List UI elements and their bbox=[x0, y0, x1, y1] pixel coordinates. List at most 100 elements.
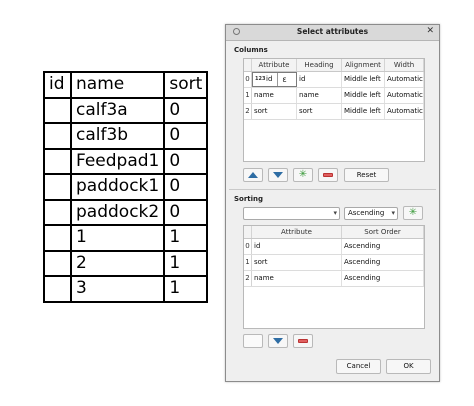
column-header-alignment[interactable]: Alignment bbox=[342, 59, 385, 71]
sort-order-combo[interactable]: Ascending ▾ bbox=[344, 207, 398, 220]
sort-order-cell[interactable]: Ascending bbox=[342, 255, 424, 270]
sort-attribute-combo[interactable]: ▾ bbox=[243, 207, 340, 220]
table-row: Feedpad1 0 bbox=[43, 147, 209, 175]
chevron-down-icon: ▾ bbox=[391, 209, 395, 217]
cancel-button[interactable]: Cancel bbox=[336, 359, 381, 374]
sort-order-cell[interactable]: Ascending bbox=[342, 239, 424, 254]
columns-grid-header: Attribute Heading Alignment Width bbox=[244, 59, 424, 72]
sort-header-order[interactable]: Sort Order bbox=[342, 226, 424, 238]
add-sort-button[interactable]: ✳ bbox=[403, 206, 423, 220]
sort-attribute-cell[interactable]: sort bbox=[252, 255, 342, 270]
cell-sort: 0 bbox=[163, 173, 209, 201]
remove-sort-button[interactable] bbox=[293, 334, 313, 348]
cell-sort: 0 bbox=[163, 198, 209, 226]
cell-sort: 0 bbox=[163, 122, 209, 150]
table-row: paddock1 0 bbox=[43, 173, 209, 201]
expression-button[interactable]: ε bbox=[277, 73, 291, 86]
add-icon: ✳ bbox=[298, 169, 308, 180]
sort-order-cell[interactable]: Ascending bbox=[342, 271, 424, 286]
row-number: 1 bbox=[244, 255, 252, 270]
heading-cell[interactable]: name bbox=[297, 88, 342, 103]
column-header-heading[interactable]: Heading bbox=[297, 59, 342, 71]
cell-sort: 0 bbox=[163, 147, 209, 175]
table-row: calf3b 0 bbox=[43, 122, 209, 150]
move-down-button[interactable] bbox=[268, 168, 288, 182]
sort-attribute-cell[interactable]: name bbox=[252, 271, 342, 286]
cell-name: Feedpad1 bbox=[69, 147, 166, 175]
remove-column-button[interactable] bbox=[318, 168, 338, 182]
sorting-grid-header: Attribute Sort Order bbox=[244, 226, 424, 239]
cell-name: 3 bbox=[69, 275, 166, 303]
sorting-row[interactable]: 0 id Ascending bbox=[244, 239, 424, 255]
dialog-titlebar[interactable]: Select attributes ✕ bbox=[226, 25, 439, 41]
down-icon bbox=[273, 338, 283, 344]
cell-name: 1 bbox=[69, 224, 166, 252]
cell-sort: 1 bbox=[163, 275, 209, 303]
sort-attribute-cell[interactable]: id bbox=[252, 239, 342, 254]
attribute-expression-editor[interactable]: 123 id ε bbox=[252, 72, 297, 87]
remove-icon bbox=[323, 173, 333, 177]
sort-order-value: Ascending bbox=[348, 209, 385, 217]
columns-section-label: Columns bbox=[234, 46, 268, 54]
row-number: 2 bbox=[244, 104, 252, 119]
sort-header-attribute[interactable]: Attribute bbox=[252, 226, 342, 238]
header-name: name bbox=[69, 71, 166, 99]
alignment-cell[interactable]: Middle left bbox=[342, 88, 385, 103]
sort-move-up-button[interactable] bbox=[243, 334, 263, 348]
cell-id bbox=[43, 275, 72, 303]
column-header-width[interactable]: Width bbox=[385, 59, 424, 71]
alignment-cell[interactable]: Middle left bbox=[342, 72, 385, 87]
dialog-title: Select attributes bbox=[296, 27, 369, 36]
up-icon bbox=[248, 172, 258, 178]
cell-name: calf3b bbox=[69, 122, 166, 150]
alignment-cell[interactable]: Middle left bbox=[342, 104, 385, 119]
close-icon[interactable]: ✕ bbox=[426, 26, 434, 36]
cell-name: paddock2 bbox=[69, 198, 166, 226]
sorting-grid[interactable]: Attribute Sort Order 0 id Ascending 1 so… bbox=[243, 225, 425, 329]
sorting-section-label: Sorting bbox=[234, 195, 264, 203]
table-row: paddock2 0 bbox=[43, 198, 209, 226]
sorting-row[interactable]: 2 name Ascending bbox=[244, 271, 424, 287]
sort-move-down-button[interactable] bbox=[268, 334, 288, 348]
column-header-attribute[interactable]: Attribute bbox=[252, 59, 297, 71]
attribute-table: id name sort calf3a 0 calf3b 0 Feedpad1 … bbox=[43, 71, 209, 303]
columns-row[interactable]: 2 sort sort Middle left Automatic bbox=[244, 104, 424, 120]
columns-row[interactable]: 1 name name Middle left Automatic bbox=[244, 88, 424, 104]
columns-grid[interactable]: Attribute Heading Alignment Width 0 123 … bbox=[243, 58, 425, 162]
columns-row[interactable]: 0 123 id ε id Middle left Automatic bbox=[244, 72, 424, 88]
table-row: calf3a 0 bbox=[43, 96, 209, 124]
attribute-value[interactable]: id bbox=[266, 73, 272, 86]
cell-id bbox=[43, 96, 72, 124]
cell-name: 2 bbox=[69, 249, 166, 277]
width-cell[interactable]: Automatic bbox=[385, 104, 424, 119]
cell-sort: 1 bbox=[163, 224, 209, 252]
ok-button[interactable]: OK bbox=[386, 359, 431, 374]
row-number: 2 bbox=[244, 271, 252, 286]
width-cell[interactable]: Automatic bbox=[385, 72, 424, 87]
heading-cell[interactable]: id bbox=[297, 72, 342, 87]
divider bbox=[229, 189, 436, 190]
width-cell[interactable]: Automatic bbox=[385, 88, 424, 103]
attribute-cell[interactable]: sort bbox=[252, 104, 297, 119]
cell-id bbox=[43, 147, 72, 175]
reset-button[interactable]: Reset bbox=[344, 168, 389, 182]
move-up-button[interactable] bbox=[243, 168, 263, 182]
row-number: 1 bbox=[244, 88, 252, 103]
field-type-icon: 123 bbox=[255, 76, 266, 82]
select-attributes-dialog: Select attributes ✕ Columns Attribute He… bbox=[225, 24, 440, 382]
header-sort: sort bbox=[163, 71, 209, 99]
cell-id bbox=[43, 122, 72, 150]
cell-sort: 1 bbox=[163, 249, 209, 277]
cell-id bbox=[43, 224, 72, 252]
cell-id bbox=[43, 198, 72, 226]
row-number: 0 bbox=[244, 72, 252, 87]
heading-cell[interactable]: sort bbox=[297, 104, 342, 119]
chevron-down-icon: ▾ bbox=[333, 209, 337, 217]
cell-id bbox=[43, 249, 72, 277]
table-row: 1 1 bbox=[43, 224, 209, 252]
sorting-row[interactable]: 1 sort Ascending bbox=[244, 255, 424, 271]
cell-sort: 0 bbox=[163, 96, 209, 124]
table-header-row: id name sort bbox=[43, 71, 209, 99]
attribute-cell[interactable]: name bbox=[252, 88, 297, 103]
add-column-button[interactable]: ✳ bbox=[293, 168, 313, 182]
